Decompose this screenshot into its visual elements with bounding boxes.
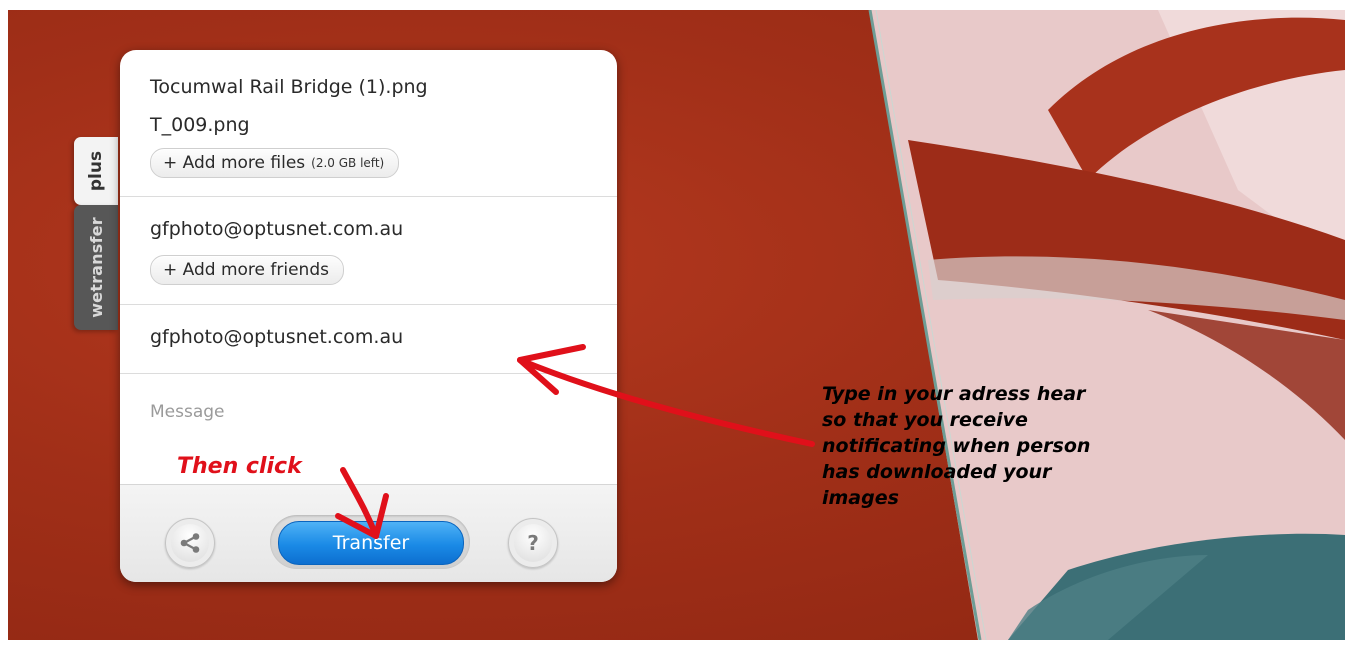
files-section: Tocumwal Rail Bridge (1).png T_009.png +… [120,50,617,197]
note-line: so that you receive [822,409,1028,431]
note-line: has downloaded your [822,461,1052,483]
note-line: Type in your adress hear [822,383,1086,405]
sender-email-section: gfphoto@optusnet.com.au [120,305,617,374]
transfer-button-frame: Transfer [270,515,470,569]
address-note-annotation: Type in your adress hear so that you rec… [822,381,1232,511]
tab-plus[interactable]: plus [74,137,118,205]
add-more-friends-button[interactable]: + Add more friends [150,255,344,285]
share-icon [180,533,200,553]
transfer-button[interactable]: Transfer [278,521,464,565]
friend-email[interactable]: gfphoto@optusnet.com.au [150,218,403,240]
file-item[interactable]: T_009.png [150,114,250,136]
file-item[interactable]: Tocumwal Rail Bridge (1).png [150,76,428,98]
message-field[interactable]: Message [150,402,225,422]
friends-section: gfphoto@optusnet.com.au + Add more frien… [120,197,617,305]
share-button[interactable] [165,518,215,568]
tab-wetransfer[interactable]: wetransfer [74,205,118,330]
note-line: images [822,487,899,509]
add-more-files-button[interactable]: + Add more files (2.0 GB left) [150,148,400,178]
help-button[interactable]: ? [508,518,558,568]
sender-email-field[interactable]: gfphoto@optusnet.com.au [150,326,403,348]
add-more-files-label: + Add more files [163,153,306,173]
panel-footer: Transfer ? [120,484,617,582]
space-left-label: (2.0 GB left) [311,156,385,170]
transfer-panel: Tocumwal Rail Bridge (1).png T_009.png +… [120,50,617,582]
note-line: notificating when person [822,435,1091,457]
tab-wetransfer-label: wetransfer [86,217,106,318]
tab-plus-label: plus [86,150,106,192]
add-more-friends-label: + Add more friends [163,260,329,280]
then-click-annotation: Then click [177,454,302,479]
